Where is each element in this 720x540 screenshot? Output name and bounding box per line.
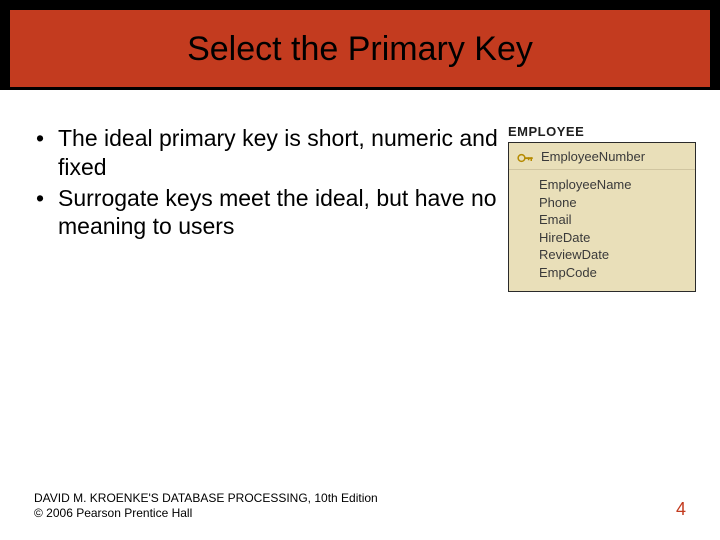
slide-footer: DAVID M. KROENKE'S DATABASE PROCESSING, …: [34, 491, 686, 520]
attribute-list: EmployeeName Phone Email HireDate Review…: [509, 170, 695, 291]
attribute: Email: [539, 211, 687, 229]
primary-key-label: EmployeeNumber: [541, 149, 645, 164]
bullet-item: Surrogate keys meet the ideal, but have …: [34, 184, 498, 242]
footer-line: © 2006 Pearson Prentice Hall: [34, 506, 378, 520]
entity-box: EmployeeNumber EmployeeName Phone Email …: [508, 142, 696, 292]
page-number: 4: [676, 499, 686, 520]
entity-name: EMPLOYEE: [508, 124, 696, 139]
attribute: HireDate: [539, 229, 687, 247]
content-area: The ideal primary key is short, numeric …: [0, 90, 720, 292]
footer-line: DAVID M. KROENKE'S DATABASE PROCESSING, …: [34, 491, 378, 505]
bullet-list: The ideal primary key is short, numeric …: [34, 124, 508, 243]
attribute: ReviewDate: [539, 246, 687, 264]
attribute: Phone: [539, 194, 687, 212]
footer-text: DAVID M. KROENKE'S DATABASE PROCESSING, …: [34, 491, 378, 520]
slide-title: Select the Primary Key: [0, 0, 720, 90]
entity-diagram: EMPLOYEE EmployeeNumber EmployeeName Pho…: [508, 124, 696, 292]
bullet-item: The ideal primary key is short, numeric …: [34, 124, 498, 182]
attribute: EmpCode: [539, 264, 687, 282]
primary-key-row: EmployeeNumber: [509, 143, 695, 170]
key-icon: [517, 151, 535, 163]
attribute: EmployeeName: [539, 176, 687, 194]
